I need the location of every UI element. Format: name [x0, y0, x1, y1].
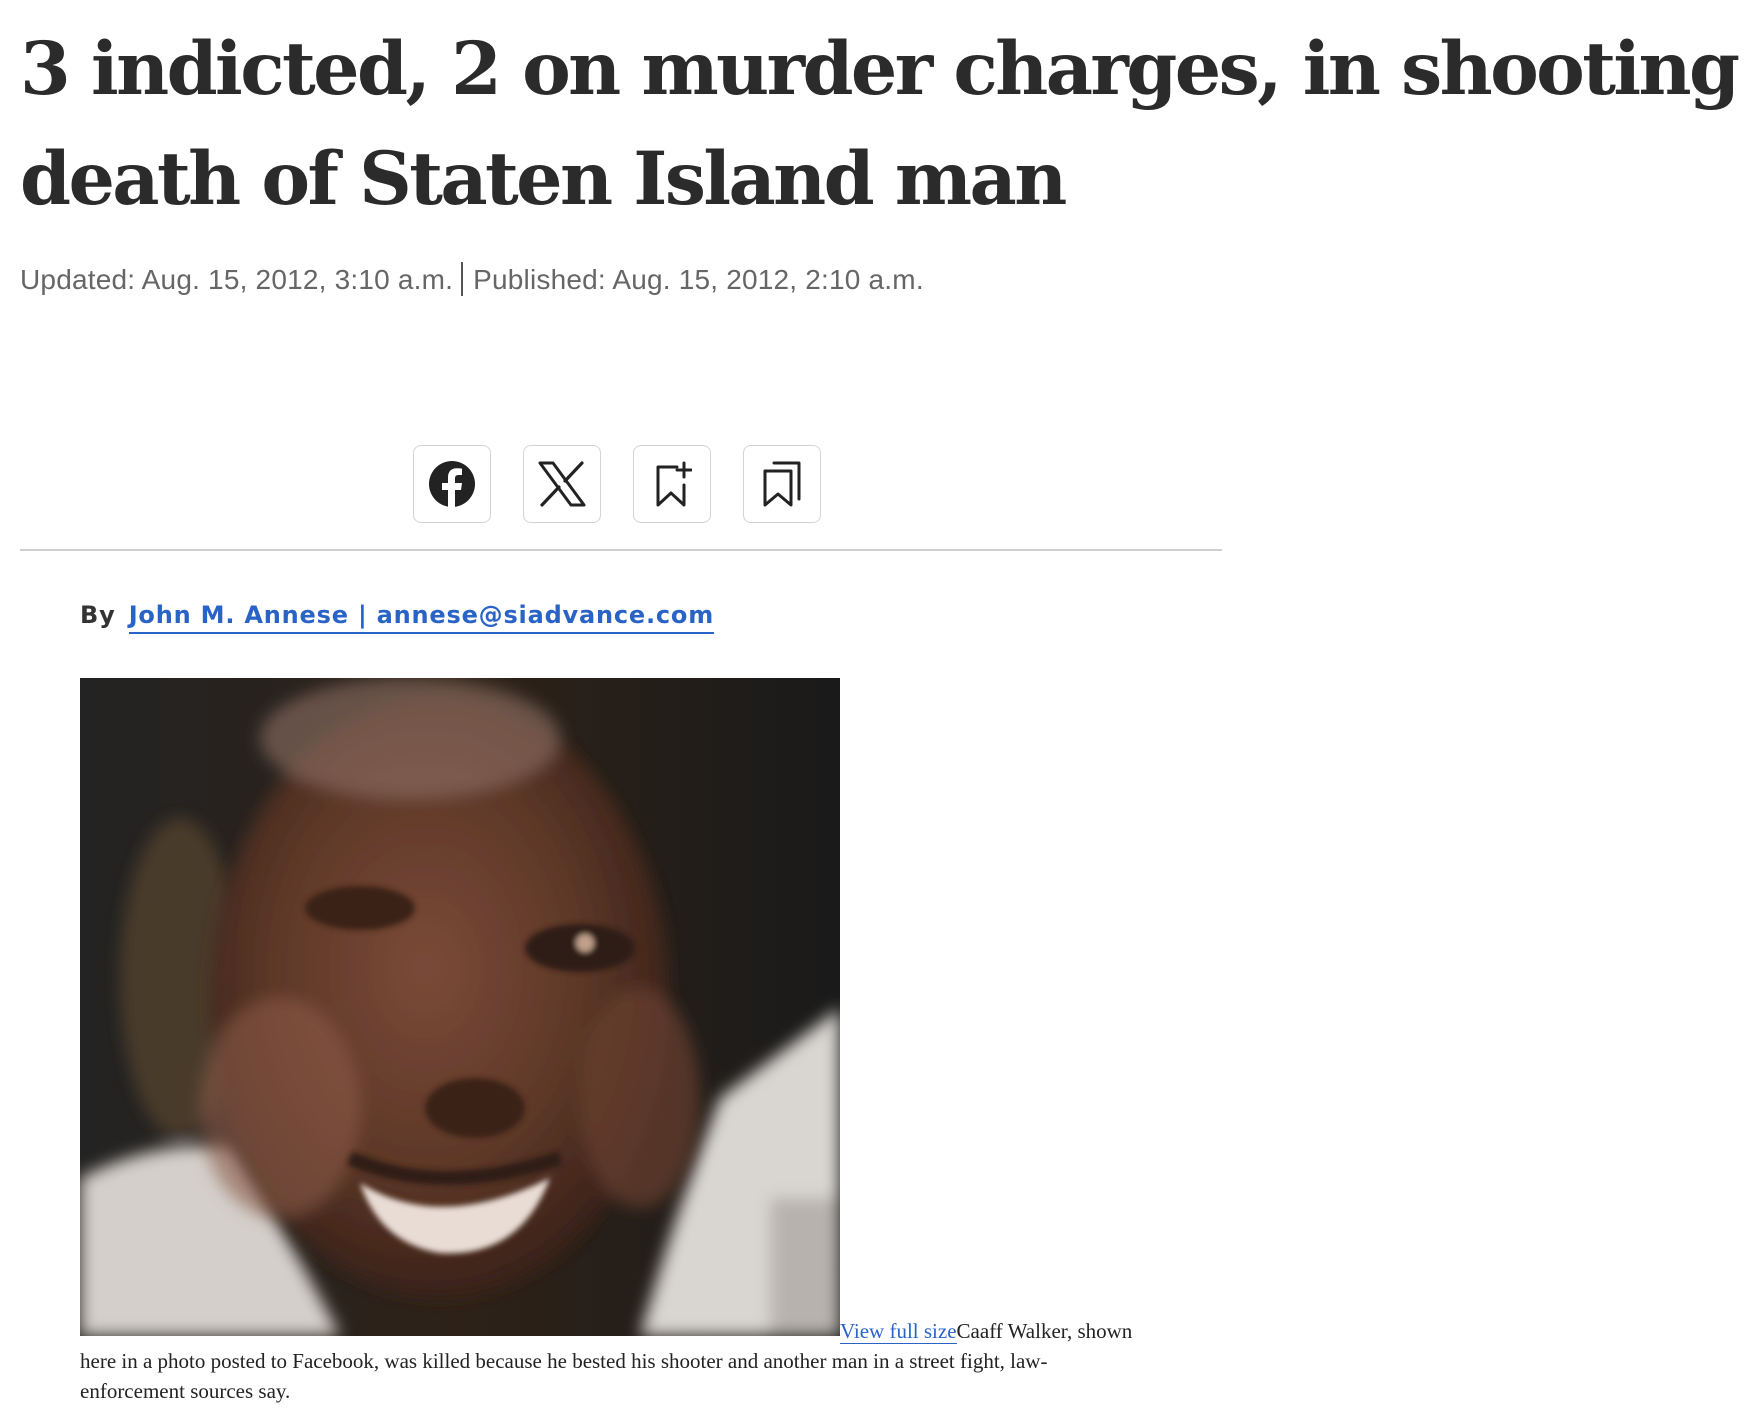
share-toolbar — [413, 445, 821, 525]
bookmark-add-icon — [656, 461, 692, 507]
headline-line-1: 3 indicted, 2 on murder charges, in shoo… — [20, 26, 1740, 112]
view-full-size-link[interactable]: View full size — [840, 1319, 957, 1344]
portrait-image — [80, 678, 840, 1336]
photo-caption: View full sizeCaaff Walker, shown here i… — [80, 1316, 1140, 1406]
saved-articles-button[interactable] — [743, 445, 821, 523]
article-photo — [80, 678, 840, 1336]
byline: By John M. Annese | annese@siadvance.com — [80, 601, 715, 634]
author-link[interactable]: John M. Annese | annese@siadvance.com — [128, 601, 715, 634]
bookmarks-icon — [763, 461, 801, 507]
article-dateline: Updated: Aug. 15, 2012, 3:10 a.m. Publish… — [20, 262, 924, 296]
header-divider — [20, 549, 1222, 551]
updated-timestamp: Updated: Aug. 15, 2012, 3:10 a.m. — [20, 264, 454, 295]
share-facebook-button[interactable] — [413, 445, 491, 523]
x-icon — [538, 461, 586, 507]
byline-prefix: By — [80, 601, 116, 629]
article-headline: 3 indicted, 2 on murder charges, in shoo… — [20, 14, 1750, 234]
save-article-button[interactable] — [633, 445, 711, 523]
headline-line-2: death of Staten Island man — [20, 136, 1067, 222]
published-timestamp: Published: Aug. 15, 2012, 2:10 a.m. — [473, 264, 924, 295]
facebook-icon — [429, 461, 475, 508]
dateline-separator — [461, 262, 464, 296]
share-x-button[interactable] — [523, 445, 601, 523]
caption-text: Caaff Walker, shown here in a photo post… — [80, 1319, 1133, 1403]
